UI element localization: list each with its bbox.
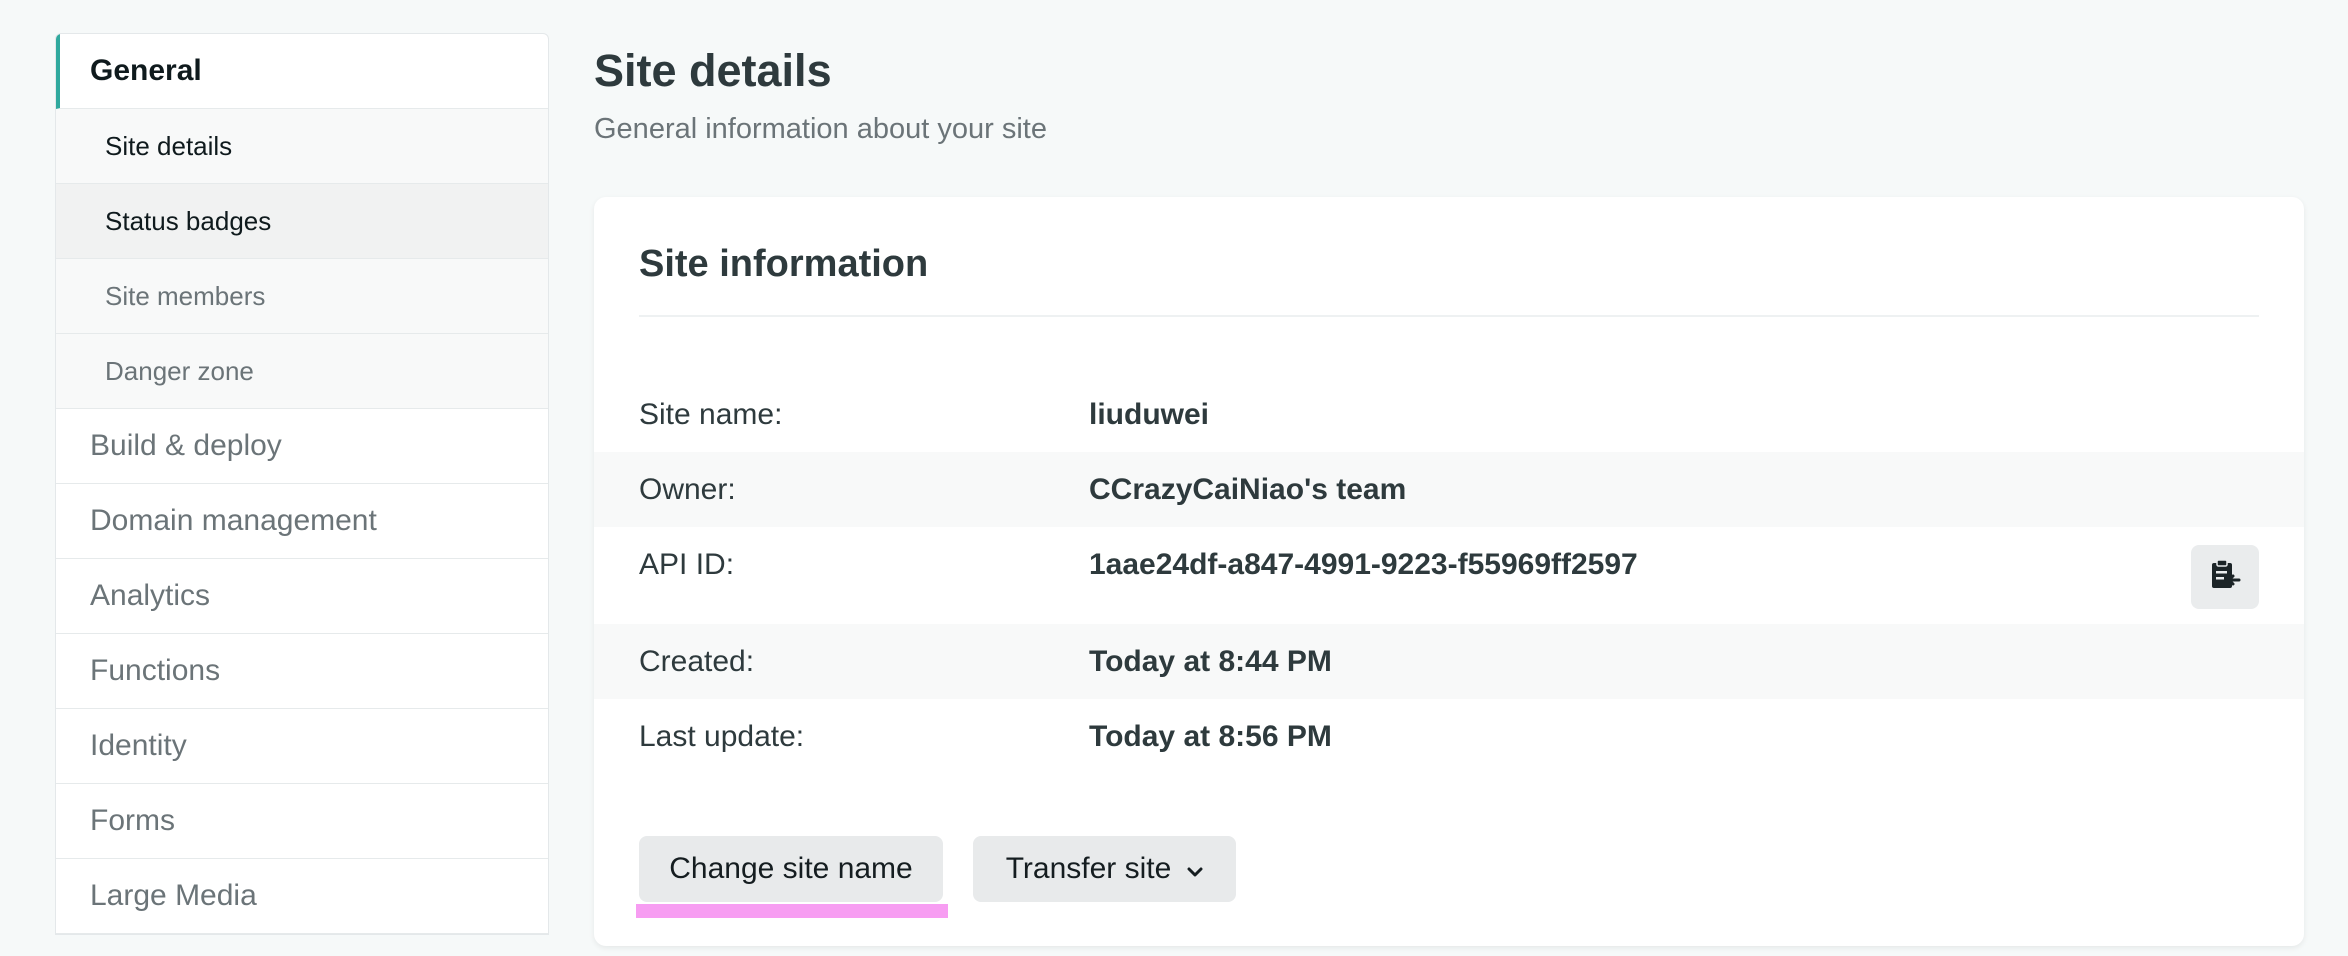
sidebar-item-analytics[interactable]: Analytics [56,559,548,634]
sidebar-subitem-label: Danger zone [105,355,254,386]
button-label: Transfer site [1005,852,1172,885]
change-site-name-button[interactable]: Change site name [639,836,943,902]
info-label: Owner: [639,472,736,506]
highlight-marker [636,904,948,918]
sidebar-subitem-label: Status badges [105,205,272,236]
info-row-created: Created: Today at 8:44 PM [594,624,2304,699]
info-value: Today at 8:56 PM [1089,719,1332,753]
info-value: 1aae24df-a847-4991-9223-f55969ff2597 [1089,547,1638,581]
sidebar-subitem-site-details[interactable]: Site details [56,109,548,184]
button-label: Change site name [669,852,913,885]
info-label: Site name: [639,397,783,431]
sidebar-subitem-status-badges[interactable]: Status badges [56,184,548,259]
sidebar-item-label: General [90,54,202,87]
sidebar-item-label: Analytics [90,579,211,612]
sidebar-item-label: Large Media [90,879,257,912]
card-divider [639,315,2259,317]
sidebar-item-label: Domain management [90,504,377,537]
sidebar-subitem-danger-zone[interactable]: Danger zone [56,334,548,409]
sidebar-item-label: Forms [90,804,175,837]
sidebar: General Site details Status badges Site … [55,33,549,935]
page-subtitle: General information about your site [594,113,1047,145]
sidebar-item-label: Functions [90,654,221,687]
sidebar-item-general[interactable]: General [56,34,548,109]
clipboard-icon [2209,558,2241,597]
sidebar-item-label: Identity [90,729,187,762]
sidebar-subitem-site-members[interactable]: Site members [56,259,548,334]
info-value: Today at 8:44 PM [1089,644,1332,678]
info-value: liuduwei [1089,397,1209,431]
sidebar-item-domain-management[interactable]: Domain management [56,484,548,559]
info-row-site-name: Site name: liuduwei [594,377,2304,452]
chevron-down-icon [1187,852,1203,886]
transfer-site-button[interactable]: Transfer site [973,836,1236,902]
info-row-owner: Owner: CCrazyCaiNiao's team [594,452,2304,527]
info-row-api-id: API ID: 1aae24df-a847-4991-9223-f55969ff… [594,527,2304,602]
sidebar-item-identity[interactable]: Identity [56,709,548,784]
sidebar-item-large-media[interactable]: Large Media [56,859,548,934]
info-row-last-update: Last update: Today at 8:56 PM [594,699,2304,774]
sidebar-item-functions[interactable]: Functions [56,634,548,709]
sidebar-subitem-label: Site members [105,280,266,311]
info-label: Last update: [639,719,805,753]
sidebar-subitem-label: Site details [105,130,233,161]
info-value: CCrazyCaiNiao's team [1089,472,1407,506]
card-title: Site information [639,243,929,285]
sidebar-item-label: Build & deploy [90,429,282,462]
sidebar-item-forms[interactable]: Forms [56,784,548,859]
copy-api-id-button[interactable] [2191,545,2259,609]
page-title: Site details [594,45,832,96]
sidebar-item-build-deploy[interactable]: Build & deploy [56,409,548,484]
info-label: API ID: [639,547,735,581]
info-label: Created: [639,644,755,678]
